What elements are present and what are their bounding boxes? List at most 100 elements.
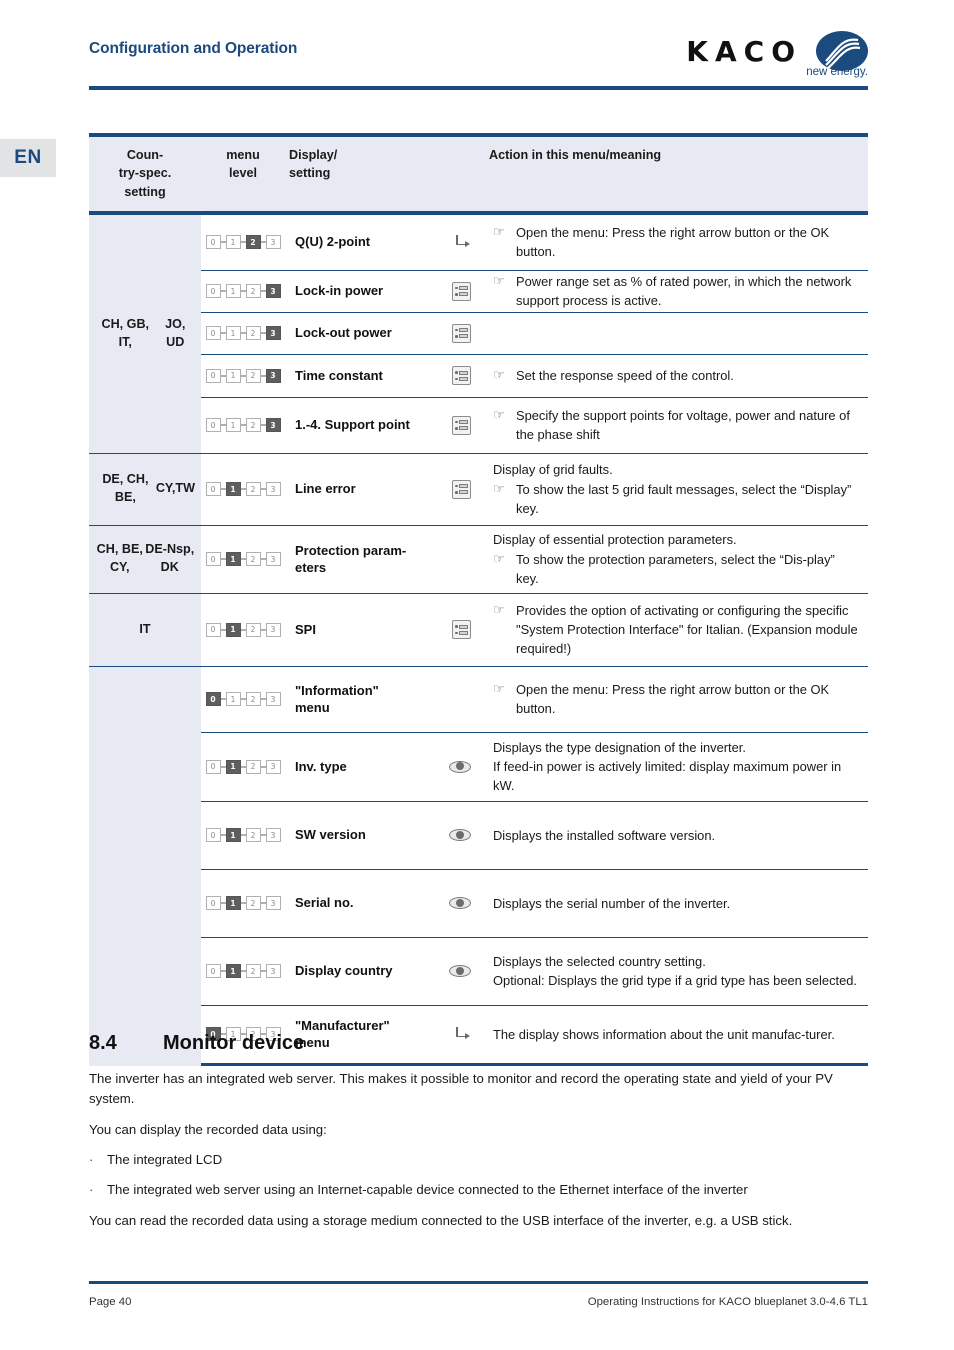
- country-setting-line: CH, BE, CY,: [96, 542, 143, 575]
- menu-level-box-1: 1: [225, 692, 241, 707]
- pointing-hand-icon: ☞: [493, 223, 505, 239]
- menu-level-box-1: 1: [225, 828, 241, 843]
- pointing-hand-icon: ☞: [493, 406, 505, 422]
- menu-level-box-0: 0: [205, 418, 221, 433]
- action-instruction-line: ☞ Provides the option of activating or co…: [493, 601, 858, 659]
- table-row: 0 1 2 3 Display country Displays the selected…: [201, 938, 868, 1006]
- table-row: 0 1 2 3 Protection param-eters Display of ess…: [201, 526, 868, 594]
- menu-level-indicator: 0123: [205, 552, 281, 567]
- no-icon: [452, 550, 471, 569]
- menu-level-box-2: 2: [245, 692, 261, 707]
- menu-level-box-3: 3: [265, 692, 281, 707]
- menu-level-box-3: 3: [265, 482, 281, 497]
- display-setting-cell: SPI: [285, 594, 485, 666]
- table-row: 0 1 2 3 Lock-in power ☞ Power range set as % o…: [201, 271, 868, 313]
- list-item: · The integrated LCD: [89, 1150, 871, 1170]
- menu-level-box-2: 2: [245, 622, 261, 637]
- action-plain-line: If feed-in power is actively limited: di…: [493, 759, 842, 794]
- display-setting-label: Serial no.: [295, 895, 354, 911]
- action-meaning-cell: ☞ Open the menu: Press the right arrow bu…: [485, 667, 868, 732]
- menu-level-box-2: 2: [245, 964, 261, 979]
- country-header-line3: setting: [124, 184, 166, 199]
- table-row: 0 1 2 3 Serial no. Displays the serial number…: [201, 870, 868, 938]
- column-header-country: Coun- try-spec. setting: [89, 137, 201, 211]
- kaco-swirl-icon: [816, 31, 868, 71]
- country-setting-line: DE, CH, BE,: [102, 472, 149, 505]
- country-setting-line: DE-Nsp, DK: [145, 542, 195, 575]
- menu-level-cell: 0123: [201, 594, 285, 666]
- menu-level-box-1: 1: [225, 368, 241, 383]
- section-paragraph-3: You can read the recorded data using a s…: [89, 1213, 793, 1229]
- table-body: CH, GB, IT, JO, UD DE, CH, BE, CY,TW CH, BE,…: [89, 214, 868, 1066]
- menu-level-box-0: 0: [205, 692, 221, 707]
- menu-level-box-3: 3: [265, 622, 281, 637]
- menu-level-cell: 0123: [201, 733, 285, 801]
- column-header-display-setting: Display/ setting: [285, 137, 485, 211]
- menu-level-box-2: 2: [245, 368, 261, 383]
- country-setting-cell: CH, GB, IT, JO, UD: [89, 214, 201, 454]
- menu-level-indicator: 0123: [205, 235, 281, 250]
- settings-list-icon: [452, 479, 471, 499]
- table-row: 0 1 2 3 Lock-out power: [201, 313, 868, 355]
- display-setting-cell: "Information" menu: [285, 667, 485, 732]
- menu-level-box-3: 3: [265, 284, 281, 299]
- column-header-menu-level: menu level: [201, 137, 285, 211]
- table-row: 0 1 2 3 Line error Display of grid faults. ☞ To…: [201, 454, 868, 526]
- menu-level-box-3: 3: [265, 828, 281, 843]
- table-row: 0 1 2 3 Inv. type Displays the type designati…: [201, 733, 868, 802]
- display-setting-label: Protection param-eters: [295, 542, 407, 576]
- menu-level-cell: 0123: [201, 215, 285, 270]
- menu-level-cell: 0123: [201, 271, 285, 312]
- settings-list-icon: [452, 620, 471, 640]
- action-instruction-line: ☞ Specify the support points for voltage,…: [493, 406, 858, 445]
- display-setting-cell: Time constant: [285, 355, 485, 397]
- action-meaning-cell: ☞ Open the menu: Press the right arrow bu…: [485, 215, 868, 270]
- country-setting-line: CH, GB, IT,: [101, 316, 150, 349]
- action-instruction-text: To show the protection parameters, selec…: [516, 551, 835, 586]
- menu-level-cell: 0123: [201, 938, 285, 1005]
- action-meaning-cell: ☞ Specify the support points for voltage,…: [485, 398, 868, 453]
- menu-level-box-2: 2: [245, 482, 261, 497]
- display-setting-cell: Inv. type: [285, 733, 485, 801]
- menu-level-box-0: 0: [205, 828, 221, 843]
- footer-document-title: Operating Instructions for KACO blueplan…: [587, 1296, 868, 1308]
- display-setting-label: Display country: [295, 963, 393, 979]
- menu-level-box-1: 1: [225, 235, 241, 250]
- eye-icon: [449, 829, 471, 842]
- display-setting-cell: 1.-4. Support point: [285, 398, 485, 453]
- action-plain-line: Display of grid faults.: [493, 462, 613, 478]
- display-setting-label: 1.-4. Support point: [295, 417, 410, 433]
- menu-level-box-3: 3: [265, 896, 281, 911]
- menu-level-box-2: 2: [245, 759, 261, 774]
- menu-level-box-0: 0: [205, 326, 221, 341]
- menu-level-box-3: 3: [265, 326, 281, 341]
- display-setting-label: Time constant: [295, 367, 383, 383]
- country-setting-cell: [89, 666, 201, 1066]
- settings-list-icon: [452, 323, 471, 343]
- menu-level-box-1: 1: [225, 418, 241, 433]
- language-tab-label: EN: [14, 147, 42, 168]
- menu-level-indicator: 0123: [205, 284, 281, 299]
- table-row: 0 1 2 3 SPI ☞ Provides the option of activatin…: [201, 594, 868, 667]
- page-title: Configuration and Operation: [89, 40, 298, 57]
- action-meaning-cell: ☞ Power range set as % of rated power, in…: [485, 271, 868, 312]
- brand-wordmark: KACO: [686, 34, 802, 68]
- header-divider: [89, 86, 868, 90]
- section-paragraph-2: You can display the recorded data using:: [89, 1122, 327, 1138]
- document-page: Configuration and Operation KACO new ene…: [0, 0, 954, 1350]
- action-instruction-line: ☞ Open the menu: Press the right arrow bu…: [493, 223, 858, 262]
- eye-icon: [449, 965, 471, 978]
- action-instruction-text: Specify the support points for voltage, …: [516, 407, 850, 443]
- country-setting-line: CY,TW: [155, 481, 195, 496]
- menu-level-indicator: 0123: [205, 964, 281, 979]
- list-item: · The integrated web server using an Int…: [89, 1180, 871, 1200]
- section-paragraph-1: The inverter has an integrated web serve…: [89, 1071, 833, 1107]
- display-setting-label: Inv. type: [295, 758, 347, 774]
- menu-level-indicator: 0123: [205, 326, 281, 341]
- column-header-action: Action in this menu/meaning: [489, 148, 662, 162]
- action-meaning-cell: Display of grid faults. ☞ To show the last…: [485, 454, 868, 525]
- menu-level-box-3: 3: [265, 368, 281, 383]
- level-header-line1: menu: [226, 148, 260, 162]
- action-meaning-cell: Displays the serial number of the invert…: [485, 870, 868, 937]
- display-setting-label: "Information" menu: [295, 682, 379, 716]
